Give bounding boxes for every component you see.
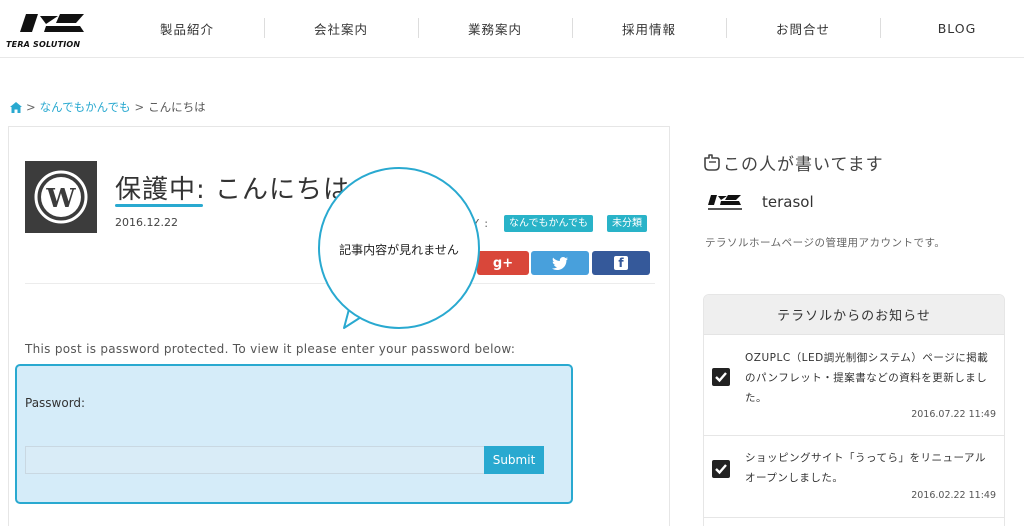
facebook-share-button[interactable]: f (592, 251, 650, 275)
news-widget: テラソルからのお知らせ OZUPLC（LED調光制御システム）ページに掲載のパン… (703, 294, 1005, 526)
nav-contact[interactable]: お問合せ (726, 14, 880, 42)
svg-text:W: W (45, 184, 76, 214)
breadcrumb-separator: > (26, 100, 36, 114)
category-tag-uncategorized[interactable]: 未分類 (607, 215, 647, 232)
author-avatar (705, 193, 747, 213)
nav-recruit[interactable]: 採用情報 (572, 14, 726, 42)
checkbox-checked-icon (712, 368, 730, 386)
logo-text: TERA SOLUTION (6, 40, 81, 49)
google-plus-icon: g+ (492, 255, 514, 271)
title-underline (115, 204, 203, 207)
author-name[interactable]: terasol (762, 193, 814, 211)
post-thumbnail: W (25, 161, 97, 233)
breadcrumb-current: こんにちは (148, 100, 206, 114)
news-item[interactable]: ショッピングサイト「うってら」をリニューアルオープンしました。 2016.02.… (704, 436, 1004, 518)
news-item-date: 2016.02.22 11:49 (911, 490, 996, 501)
tera-logo-icon (20, 14, 84, 32)
main-nav: 製品紹介 会社案内 業務案内 採用情報 お問合せ BLOG (110, 14, 1024, 42)
breadcrumb: > なんでもかんでも > こんにちは (10, 99, 206, 115)
news-item-date: 2016.07.22 11:49 (911, 409, 996, 420)
password-label: Password: (25, 396, 86, 410)
pointing-hand-icon (704, 153, 720, 171)
tera-logo-icon (708, 195, 742, 210)
news-item-text: ショッピングサイト「うってら」をリニューアルオープンしました。 (745, 452, 986, 484)
nav-products[interactable]: 製品紹介 (110, 14, 264, 42)
annotation-bubble: 記事内容が見れません (318, 167, 480, 329)
category-tag-nandemo[interactable]: なんでもかんでも (504, 215, 593, 232)
author-heading-text: この人が書いてます (723, 155, 884, 175)
password-protected-message: This post is password protected. To view… (25, 342, 516, 356)
author-heading: この人が書いてます (703, 150, 884, 175)
breadcrumb-separator: > (134, 100, 145, 114)
post-title: 保護中: こんにちは (115, 175, 351, 205)
nav-blog[interactable]: BLOG (880, 14, 1024, 42)
submit-button[interactable]: Submit (484, 446, 544, 474)
site-header: TERA SOLUTION 製品紹介 会社案内 業務案内 採用情報 お問合せ B… (0, 0, 1024, 58)
news-item[interactable]: OZUPLC（LED調光制御システム）ページに掲載のパンフレット・提案書などの資… (704, 336, 1004, 436)
checkbox-checked-icon (712, 460, 730, 478)
breadcrumb-category-link[interactable]: なんでもかんでも (40, 99, 131, 115)
twitter-icon (552, 256, 568, 270)
password-form: Password: Submit (15, 364, 573, 504)
wordpress-icon: W (34, 170, 88, 224)
password-input[interactable] (25, 446, 485, 474)
home-icon[interactable] (10, 101, 22, 113)
post-date: 2016.12.22 (115, 216, 178, 229)
author-description: テラソルホームページの管理用アカウントです。 (705, 237, 946, 249)
google-plus-share-button[interactable]: g+ (477, 251, 529, 275)
annotation-text: 記事内容が見れません (339, 243, 459, 257)
news-widget-title: テラソルからのお知らせ (704, 295, 1004, 335)
site-logo[interactable]: TERA SOLUTION (6, 10, 102, 52)
nav-company[interactable]: 会社案内 (264, 14, 418, 42)
twitter-share-button[interactable] (531, 251, 589, 275)
facebook-icon: f (614, 256, 628, 270)
nav-business[interactable]: 業務案内 (418, 14, 572, 42)
news-item-text: OZUPLC（LED調光制御システム）ページに掲載のパンフレット・提案書などの資… (745, 352, 989, 404)
